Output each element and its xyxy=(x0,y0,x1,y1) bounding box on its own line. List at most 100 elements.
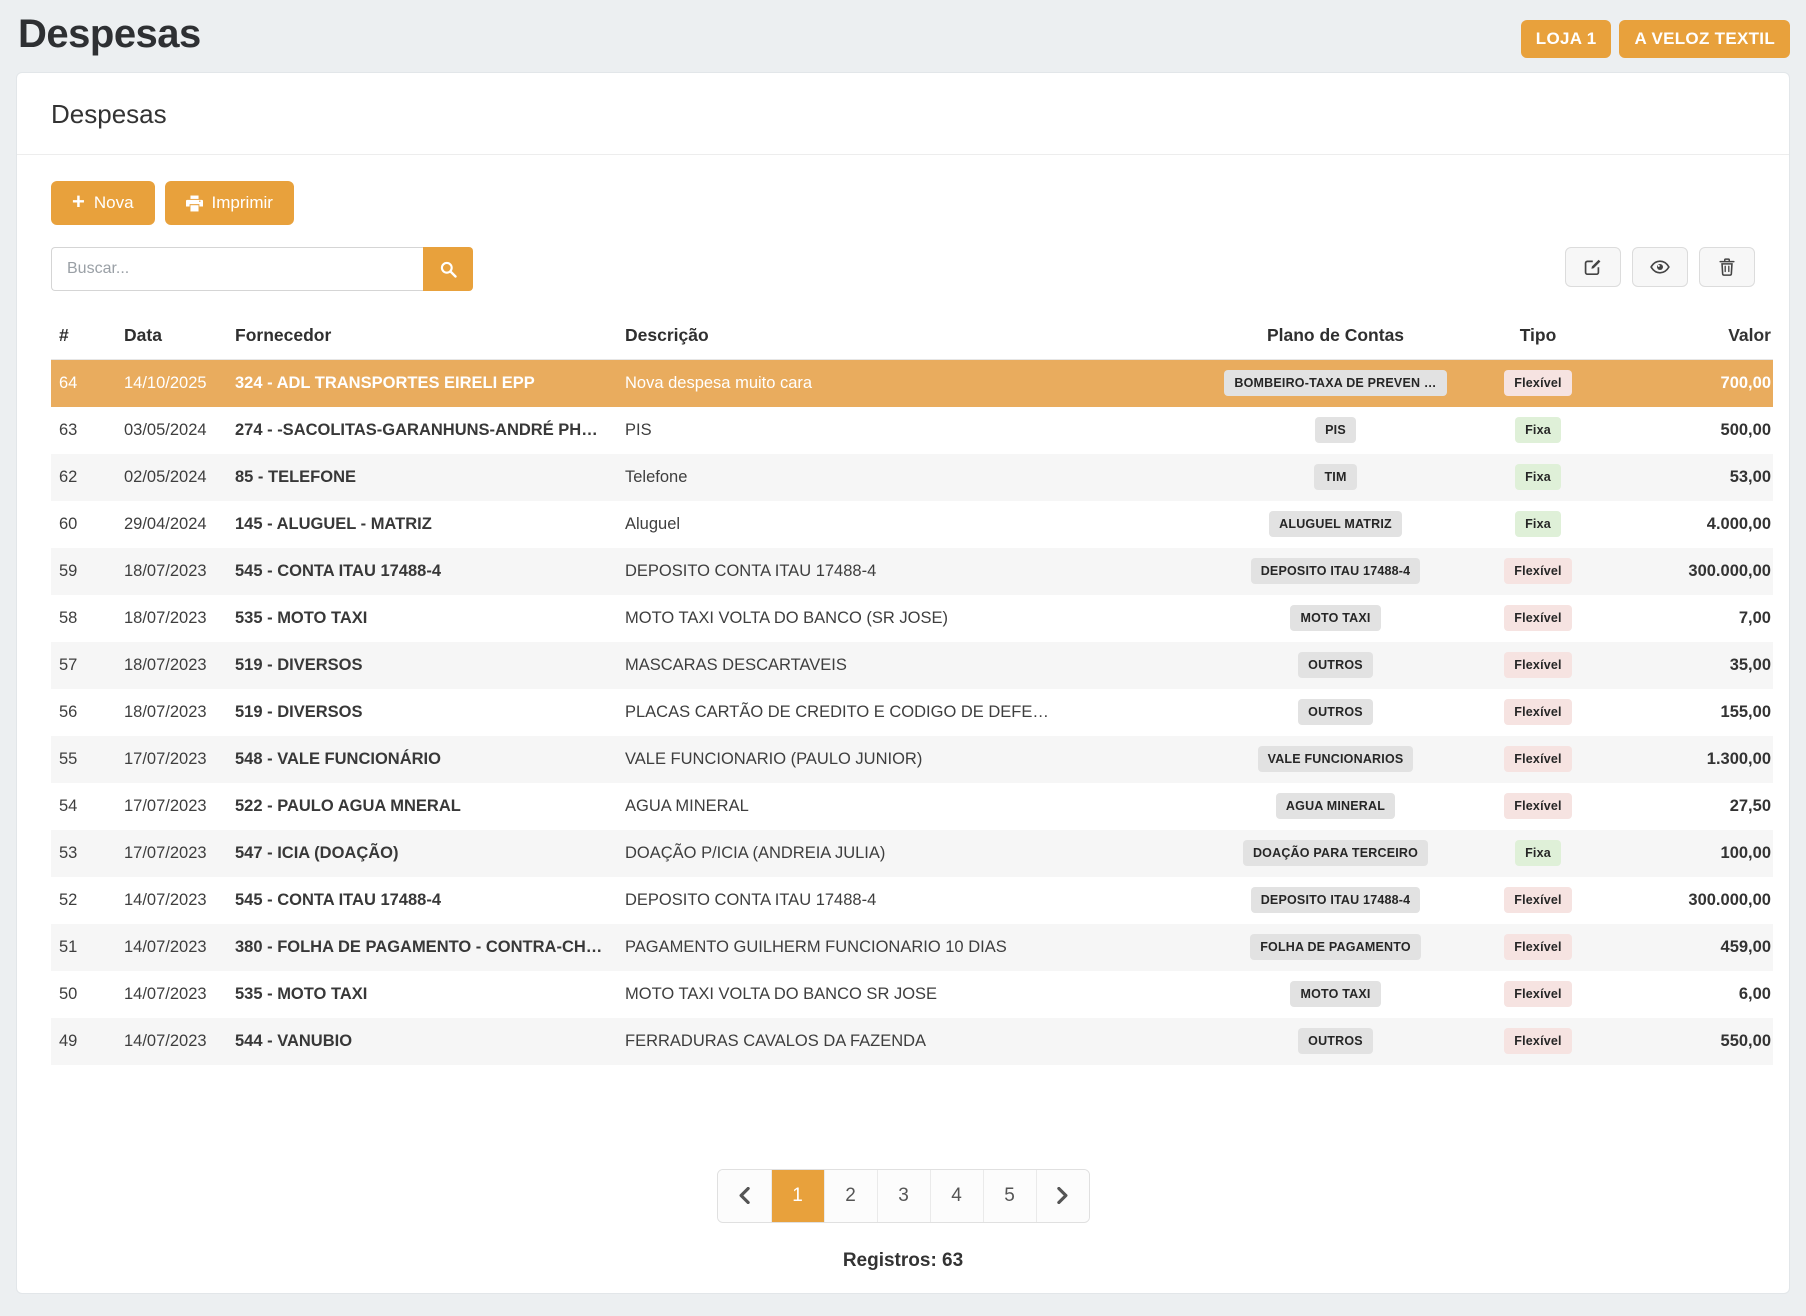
chevron-left-icon xyxy=(738,1187,751,1204)
row-value: 500,00 xyxy=(1607,407,1773,454)
delete-button[interactable] xyxy=(1699,247,1755,287)
table-row[interactable]: 6202/05/202485 - TELEFONETelefoneTIMFixa… xyxy=(51,454,1773,501)
column-header-plano[interactable]: Plano de Contas xyxy=(1202,317,1469,360)
nova-button[interactable]: + Nova xyxy=(51,181,155,225)
table-row[interactable]: 5517/07/2023548 - VALE FUNCIONÁRIOVALE F… xyxy=(51,736,1773,783)
type-badge: Fixa xyxy=(1515,511,1561,537)
type-badge: Flexível xyxy=(1504,934,1571,960)
plan-badge: FOLHA DE PAGAMENTO xyxy=(1250,934,1421,960)
table-row[interactable]: 5417/07/2023522 - PAULO AGUA MNERAL AGUA … xyxy=(51,783,1773,830)
pagination-page-3[interactable]: 3 xyxy=(877,1170,930,1222)
row-supplier: 522 - PAULO AGUA MNERAL xyxy=(235,783,625,830)
table-row[interactable]: 5114/07/2023380 - FOLHA DE PAGAMENTO - C… xyxy=(51,924,1773,971)
type-badge: Flexível xyxy=(1504,699,1571,725)
card-header: Despesas xyxy=(17,73,1789,155)
table-header-row: # Data Fornecedor Descrição Plano de Con… xyxy=(51,317,1773,360)
row-value: 550,00 xyxy=(1607,1018,1773,1065)
row-date: 14/10/2025 xyxy=(124,360,235,407)
row-value: 7,00 xyxy=(1607,595,1773,642)
plan-badge: AGUA MINERAL xyxy=(1276,793,1395,819)
page-title: Despesas xyxy=(18,12,201,57)
row-date: 17/07/2023 xyxy=(124,736,235,783)
row-id: 56 xyxy=(51,689,124,736)
column-header-data[interactable]: Data xyxy=(124,317,235,360)
row-date: 14/07/2023 xyxy=(124,924,235,971)
company-badge[interactable]: A VELOZ TEXTIL xyxy=(1619,20,1790,58)
row-type-cell: Flexível xyxy=(1469,642,1607,689)
table-row[interactable]: 6029/04/2024145 - ALUGUEL - MATRIZAlugue… xyxy=(51,501,1773,548)
table-row[interactable]: 5718/07/2023519 - DIVERSOSMASCARAS DESCA… xyxy=(51,642,1773,689)
row-value: 459,00 xyxy=(1607,924,1773,971)
row-supplier: 548 - VALE FUNCIONÁRIO xyxy=(235,736,625,783)
plan-badge: MOTO TAXI xyxy=(1290,981,1380,1007)
row-plan-cell: OUTROS xyxy=(1202,642,1469,689)
row-value: 700,00 xyxy=(1607,360,1773,407)
column-header-id[interactable]: # xyxy=(51,317,124,360)
row-date: 29/04/2024 xyxy=(124,501,235,548)
table-row[interactable]: 6414/10/2025324 - ADL TRANSPORTES EIRELI… xyxy=(51,360,1773,407)
toolbar: + Nova Imprimir xyxy=(17,155,1789,225)
search-button[interactable] xyxy=(423,247,473,291)
edit-button[interactable] xyxy=(1565,247,1621,287)
pagination-page-2[interactable]: 2 xyxy=(824,1170,877,1222)
row-id: 53 xyxy=(51,830,124,877)
row-date: 18/07/2023 xyxy=(124,689,235,736)
row-supplier: 519 - DIVERSOS xyxy=(235,642,625,689)
row-date: 14/07/2023 xyxy=(124,971,235,1018)
column-header-valor[interactable]: Valor xyxy=(1607,317,1773,360)
table-row[interactable]: 5618/07/2023519 - DIVERSOSPLACAS CARTÃO … xyxy=(51,689,1773,736)
row-date: 17/07/2023 xyxy=(124,783,235,830)
table-row[interactable]: 4914/07/2023544 - VANUBIOFERRADURAS CAVA… xyxy=(51,1018,1773,1065)
row-id: 51 xyxy=(51,924,124,971)
chevron-right-icon xyxy=(1056,1187,1069,1204)
row-id: 63 xyxy=(51,407,124,454)
row-description: DOAÇÃO P/ICIA (ANDREIA JULIA) xyxy=(625,830,1202,877)
row-plan-cell: AGUA MINERAL xyxy=(1202,783,1469,830)
row-supplier: 545 - CONTA ITAU 17488-4 xyxy=(235,548,625,595)
topbar: Despesas LOJA 1 A VELOZ TEXTIL xyxy=(0,0,1806,72)
store-badge[interactable]: LOJA 1 xyxy=(1521,20,1612,58)
plan-badge: MOTO TAXI xyxy=(1290,605,1380,631)
table-row[interactable]: 5317/07/2023547 - ICIA (DOAÇÃO)DOAÇÃO P/… xyxy=(51,830,1773,877)
row-type-cell: Flexível xyxy=(1469,877,1607,924)
table-row[interactable]: 5014/07/2023535 - MOTO TAXIMOTO TAXI VOL… xyxy=(51,971,1773,1018)
row-type-cell: Flexível xyxy=(1469,1018,1607,1065)
plan-badge: DEPOSITO ITAU 17488-4 xyxy=(1251,887,1421,913)
expense-table-body: 6414/10/2025324 - ADL TRANSPORTES EIRELI… xyxy=(51,360,1773,1065)
plan-badge: DOAÇÃO PARA TERCEIRO xyxy=(1243,840,1428,866)
pagination-prev-button[interactable] xyxy=(718,1170,771,1222)
row-description: MOTO TAXI VOLTA DO BANCO SR JOSE xyxy=(625,971,1202,1018)
row-plan-cell: OUTROS xyxy=(1202,1018,1469,1065)
row-date: 17/07/2023 xyxy=(124,830,235,877)
pagination-next-button[interactable] xyxy=(1036,1170,1089,1222)
view-button[interactable] xyxy=(1632,247,1688,287)
table-row[interactable]: 5818/07/2023535 - MOTO TAXIMOTO TAXI VOL… xyxy=(51,595,1773,642)
row-id: 54 xyxy=(51,783,124,830)
row-id: 55 xyxy=(51,736,124,783)
row-date: 02/05/2024 xyxy=(124,454,235,501)
row-type-cell: Flexível xyxy=(1469,971,1607,1018)
search-input[interactable] xyxy=(51,247,423,291)
row-description: Aluguel xyxy=(625,501,1202,548)
nova-button-label: Nova xyxy=(94,193,134,213)
pagination-page-1[interactable]: 1 xyxy=(771,1170,824,1222)
table-row[interactable]: 6303/05/2024274 - -SACOLITAS-GARANHUNS-A… xyxy=(51,407,1773,454)
column-header-fornecedor[interactable]: Fornecedor xyxy=(235,317,625,360)
table-row[interactable]: 5214/07/2023545 - CONTA ITAU 17488-4DEPO… xyxy=(51,877,1773,924)
table-row[interactable]: 5918/07/2023545 - CONTA ITAU 17488-4DEPO… xyxy=(51,548,1773,595)
row-type-cell: Flexível xyxy=(1469,548,1607,595)
pagination-wrap: 12345 xyxy=(17,1169,1789,1223)
pagination-page-5[interactable]: 5 xyxy=(983,1170,1036,1222)
row-type-cell: Fixa xyxy=(1469,407,1607,454)
plus-icon: + xyxy=(72,191,85,213)
row-type-cell: Flexível xyxy=(1469,736,1607,783)
column-header-descricao[interactable]: Descrição xyxy=(625,317,1202,360)
action-buttons xyxy=(1565,247,1755,287)
row-value: 4.000,00 xyxy=(1607,501,1773,548)
row-type-cell: Flexível xyxy=(1469,360,1607,407)
column-header-tipo[interactable]: Tipo xyxy=(1469,317,1607,360)
pagination-page-4[interactable]: 4 xyxy=(930,1170,983,1222)
imprimir-button[interactable]: Imprimir xyxy=(165,181,294,225)
row-type-cell: Flexível xyxy=(1469,924,1607,971)
search-row xyxy=(17,225,1789,291)
